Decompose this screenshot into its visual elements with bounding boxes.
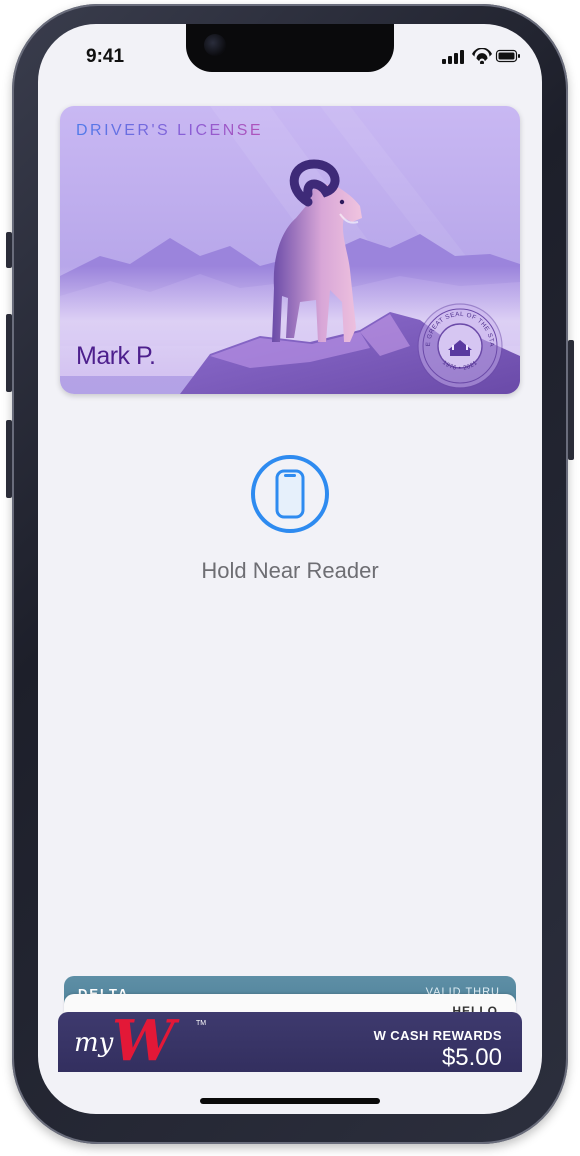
power-button [568, 340, 574, 460]
volume-up-button [6, 314, 12, 392]
mute-switch [6, 232, 12, 268]
walgreens-rewards-card[interactable]: my W TM W CASH REWARDS $5.00 [58, 1012, 522, 1072]
hold-near-reader-label: Hold Near Reader [201, 558, 379, 583]
rewards-amount: $5.00 [441, 1044, 502, 1071]
notch [186, 24, 394, 72]
signal-icon [442, 50, 464, 64]
state-seal: THE GREAT SEAL OF THE STATE 1976 • 2021 [416, 302, 503, 389]
status-time: 9:41 [86, 46, 125, 67]
home-indicator[interactable] [200, 1098, 380, 1104]
battery-icon [495, 49, 520, 63]
card-title: DRIVER'S LICENSE [76, 122, 264, 139]
card-holder-name: Mark P. [76, 342, 156, 370]
rewards-label: W CASH REWARDS [373, 1028, 502, 1043]
my-logo-text: my [74, 1028, 114, 1058]
status-icons [442, 48, 520, 64]
wallet-screen: 9:41 DRIVER'S LICENSE Mark P. E GREAT SE… [38, 24, 542, 1114]
drivers-license-card[interactable]: DRIVER'S LICENSE Mark P. THE GREAT SEAL … [60, 106, 520, 394]
walgreens-w-logo: W [112, 1012, 175, 1072]
volume-down-button [6, 420, 12, 498]
front-camera [204, 34, 226, 56]
wifi-icon [472, 48, 492, 64]
trademark-mark: TM [196, 1020, 207, 1027]
phone-reader-icon [251, 455, 329, 533]
